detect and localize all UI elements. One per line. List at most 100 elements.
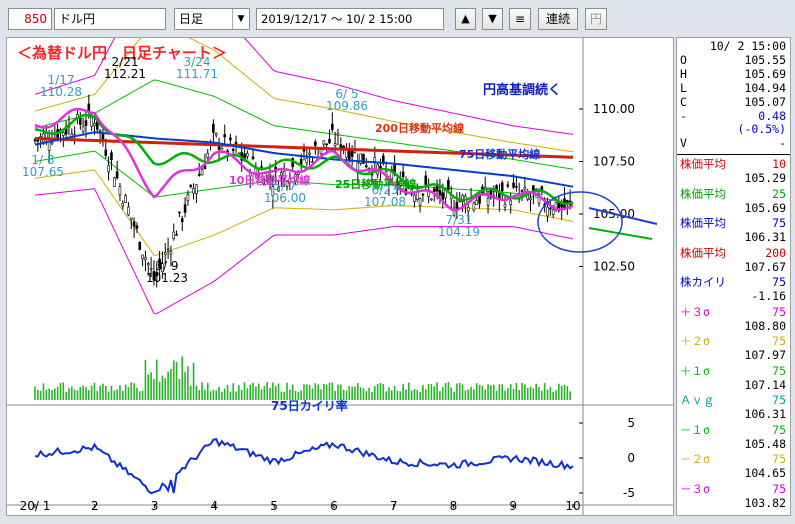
- candle-body: [118, 186, 122, 196]
- volume-bar: [104, 385, 107, 400]
- volume-bar: [263, 386, 266, 400]
- indicator-period: 25: [772, 186, 786, 201]
- candle-body: [308, 152, 311, 155]
- x-tick-label: 8: [450, 499, 458, 513]
- indicator-row[interactable]: 株カイリ 75: [677, 275, 786, 289]
- volume-bar: [461, 384, 464, 400]
- indicator-row[interactable]: －３σ 75: [677, 482, 786, 496]
- indicator-value: 103.82: [744, 495, 786, 510]
- volume-bar: [164, 378, 167, 400]
- candle-body: [364, 165, 368, 168]
- x-tick-label: 6: [330, 499, 338, 513]
- volume-bar: [306, 384, 308, 400]
- volume-bar: [541, 390, 543, 400]
- indicator-row[interactable]: 株価平均 200: [677, 246, 786, 260]
- candle-body: [322, 140, 326, 145]
- candle-body: [515, 186, 518, 188]
- candle-body: [495, 185, 498, 190]
- volume-bar: [340, 384, 342, 400]
- volume-bar: [178, 379, 181, 400]
- indicator-row[interactable]: ＋２σ 75: [677, 334, 786, 348]
- indicator-value: -1.16: [751, 289, 786, 303]
- volume-bar: [453, 391, 455, 400]
- info-ohlc-value: 104.94: [744, 81, 786, 95]
- volume-bar: [138, 391, 141, 400]
- indicator-row[interactable]: 株価平均 75: [677, 216, 786, 230]
- indicator-row[interactable]: ＋３σ 75: [677, 305, 786, 319]
- indicator-period: 10: [772, 157, 786, 171]
- info-ohlc-key: O: [680, 53, 687, 67]
- indicator-value-row: 106.31: [677, 230, 786, 244]
- info-ohlc-value: 105.69: [744, 67, 786, 81]
- chart-panel[interactable]: 110.00107.50105.00102.5050-520/ 12345678…: [6, 37, 674, 516]
- volume-bar: [365, 391, 368, 400]
- indicator-value-row: 107.67: [677, 260, 786, 274]
- indicator-label: －３σ: [680, 481, 710, 496]
- candle-body: [509, 200, 513, 206]
- volume-bar: [368, 387, 370, 400]
- indicator-label: ＋１σ: [680, 363, 710, 378]
- volume-bar: [413, 389, 416, 400]
- indicator-row[interactable]: 株価平均 25: [677, 187, 786, 201]
- candle-body: [149, 268, 153, 270]
- indicator-row[interactable]: Ａｖｇ 75: [677, 393, 786, 407]
- candle-body: [192, 188, 195, 194]
- stock-code-field[interactable]: 850: [8, 8, 52, 30]
- volume-bar: [357, 383, 359, 400]
- volume-bar: [422, 385, 424, 400]
- indicator-period: 75: [772, 422, 786, 437]
- continuous-button[interactable]: 連続: [538, 8, 578, 30]
- volume-bar: [535, 383, 537, 400]
- volume-bar: [410, 390, 413, 400]
- chevron-down-icon[interactable]: ▼: [232, 9, 249, 29]
- candle-body: [500, 182, 504, 192]
- candle-body: [121, 202, 125, 207]
- volume-bar: [555, 390, 557, 400]
- info-separator: [677, 154, 790, 155]
- peak-value-label: 110.28: [40, 85, 82, 99]
- indicator-row[interactable]: －２σ 75: [677, 452, 786, 466]
- volume-bar: [492, 384, 495, 400]
- volume-bar: [119, 385, 121, 400]
- candle-body: [418, 198, 422, 206]
- indicator-value-row: 107.14: [677, 378, 786, 392]
- peak-value-label: 104.19: [438, 225, 480, 239]
- osc-tick-label: 5: [627, 416, 635, 430]
- volume-bar: [240, 389, 243, 400]
- candle-body: [333, 143, 337, 146]
- indicator-row[interactable]: 株価平均 10: [677, 157, 786, 171]
- indicator-period: 75: [772, 275, 786, 289]
- volume-bar: [198, 390, 201, 400]
- indicator-period: 75: [772, 481, 786, 496]
- volume-bar: [249, 384, 251, 400]
- indicator-row[interactable]: ＋１σ 75: [677, 364, 786, 378]
- indicator-label: －１σ: [680, 422, 710, 437]
- stock-name-field[interactable]: ドル円: [54, 8, 166, 30]
- date-range-field[interactable]: 2019/12/17 ～ 10/ 2 15:00: [256, 8, 444, 30]
- yen-button[interactable]: 円: [585, 8, 607, 30]
- info-change: -0.48: [680, 109, 786, 123]
- volume-bar: [56, 386, 59, 400]
- candle-body: [129, 217, 133, 220]
- menu-icon[interactable]: ≡: [509, 8, 531, 30]
- candle-body: [112, 177, 116, 187]
- indicator-period: 75: [772, 216, 786, 230]
- candle-body: [135, 225, 139, 229]
- candle-body: [246, 153, 249, 157]
- up-arrow-button[interactable]: ▲: [455, 8, 476, 30]
- period-select[interactable]: 日足 ▼: [174, 8, 250, 30]
- volume-bar: [158, 381, 161, 400]
- volume-bar: [560, 386, 563, 400]
- candle-body: [107, 165, 110, 173]
- indicator-period: 75: [772, 452, 786, 466]
- down-arrow-button[interactable]: ▼: [482, 8, 503, 30]
- info-volume: V-: [680, 136, 786, 150]
- volume-bar: [393, 386, 396, 400]
- volume-bar: [68, 387, 70, 400]
- candle-body: [441, 192, 445, 201]
- indicator-row[interactable]: －１σ 75: [677, 423, 786, 437]
- candle-body: [348, 150, 351, 160]
- volume-bar: [354, 386, 356, 400]
- volume-bar: [34, 386, 36, 400]
- volume-bar: [136, 387, 138, 400]
